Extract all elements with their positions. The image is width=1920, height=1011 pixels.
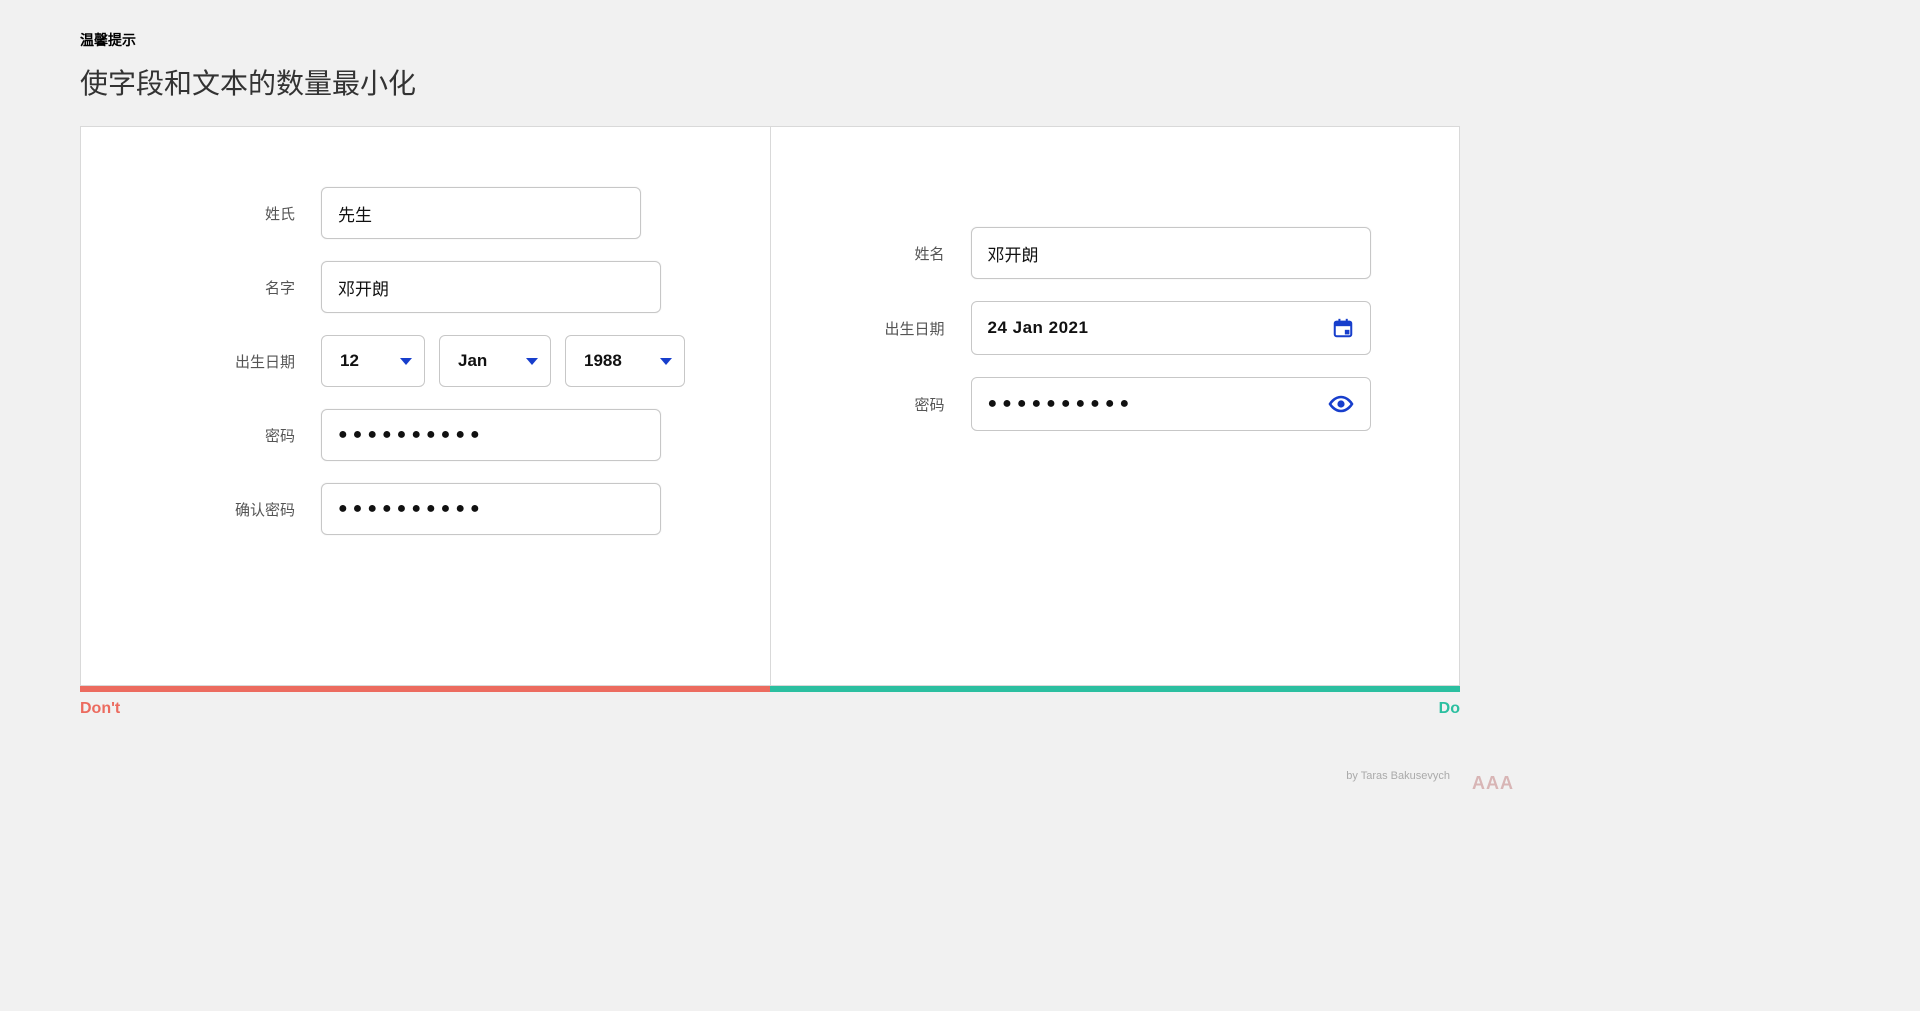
input-password-combined[interactable]: ●●●●●●●●●● bbox=[971, 377, 1371, 431]
do-bar bbox=[770, 686, 1460, 692]
input-confirm-password-mask: ●●●●●●●●●● bbox=[338, 500, 485, 518]
calendar-icon[interactable] bbox=[1332, 317, 1354, 339]
row-password-combined: 密码 ●●●●●●●●●● bbox=[851, 377, 1420, 431]
dont-form: 姓氏 先生 名字 邓开朗 出生日期 12 bbox=[181, 187, 730, 535]
row-surname: 姓氏 先生 bbox=[181, 187, 730, 239]
do-form: 姓名 邓开朗 出生日期 24 Jan 2021 bbox=[851, 227, 1420, 431]
select-dob-day[interactable]: 12 bbox=[321, 335, 425, 387]
select-dob-year-value: 1988 bbox=[584, 351, 622, 371]
label-password: 密码 bbox=[181, 425, 321, 446]
label-given: 名字 bbox=[181, 277, 321, 298]
input-given[interactable]: 邓开朗 bbox=[321, 261, 661, 313]
row-password: 密码 ●●●●●●●●●● bbox=[181, 409, 730, 461]
chevron-down-icon bbox=[660, 358, 672, 365]
eye-icon[interactable] bbox=[1328, 394, 1354, 414]
divider-bars bbox=[80, 686, 1460, 692]
dont-panel: 姓氏 先生 名字 邓开朗 出生日期 12 bbox=[80, 126, 770, 686]
row-given: 名字 邓开朗 bbox=[181, 261, 730, 313]
label-dob-combined: 出生日期 bbox=[851, 318, 971, 339]
input-password[interactable]: ●●●●●●●●●● bbox=[321, 409, 661, 461]
input-confirm-password[interactable]: ●●●●●●●●●● bbox=[321, 483, 661, 535]
dont-tag: Don't bbox=[80, 700, 120, 718]
label-password-combined: 密码 bbox=[851, 394, 971, 415]
select-dob-month[interactable]: Jan bbox=[439, 335, 551, 387]
chevron-down-icon bbox=[526, 358, 538, 365]
input-password-mask: ●●●●●●●●●● bbox=[338, 426, 485, 444]
input-surname-value: 先生 bbox=[338, 201, 372, 226]
input-dob-combined[interactable]: 24 Jan 2021 bbox=[971, 301, 1371, 355]
tag-row: Don't Do bbox=[80, 700, 1460, 718]
row-dob-combined: 出生日期 24 Jan 2021 bbox=[851, 301, 1420, 355]
input-name[interactable]: 邓开朗 bbox=[971, 227, 1371, 279]
label-name: 姓名 bbox=[851, 243, 971, 264]
dont-bar bbox=[80, 686, 770, 692]
label-dob: 出生日期 bbox=[181, 351, 321, 372]
watermark: AAA bbox=[1472, 773, 1514, 794]
credit-text: by Taras Bakusevych bbox=[1346, 770, 1450, 782]
tip-label: 温馨提示 bbox=[80, 30, 1460, 50]
do-panel: 姓名 邓开朗 出生日期 24 Jan 2021 bbox=[770, 126, 1461, 686]
input-dob-combined-value: 24 Jan 2021 bbox=[988, 318, 1089, 338]
row-name: 姓名 邓开朗 bbox=[851, 227, 1420, 279]
input-name-value: 邓开朗 bbox=[988, 241, 1039, 266]
row-confirm-password: 确认密码 ●●●●●●●●●● bbox=[181, 483, 730, 535]
dob-select-group: 12 Jan 1988 bbox=[321, 335, 685, 387]
select-dob-day-value: 12 bbox=[340, 351, 359, 371]
label-confirm-password: 确认密码 bbox=[181, 499, 321, 520]
chevron-down-icon bbox=[400, 358, 412, 365]
input-password-combined-mask: ●●●●●●●●●● bbox=[988, 395, 1135, 413]
page-title: 使字段和文本的数量最小化 bbox=[80, 62, 1460, 102]
input-surname[interactable]: 先生 bbox=[321, 187, 641, 239]
select-dob-month-value: Jan bbox=[458, 351, 487, 371]
input-given-value: 邓开朗 bbox=[338, 275, 389, 300]
do-tag: Do bbox=[1439, 700, 1460, 718]
row-dob: 出生日期 12 Jan 1988 bbox=[181, 335, 730, 387]
select-dob-year[interactable]: 1988 bbox=[565, 335, 685, 387]
label-surname: 姓氏 bbox=[181, 203, 321, 224]
comparison-panels: 姓氏 先生 名字 邓开朗 出生日期 12 bbox=[80, 126, 1460, 686]
